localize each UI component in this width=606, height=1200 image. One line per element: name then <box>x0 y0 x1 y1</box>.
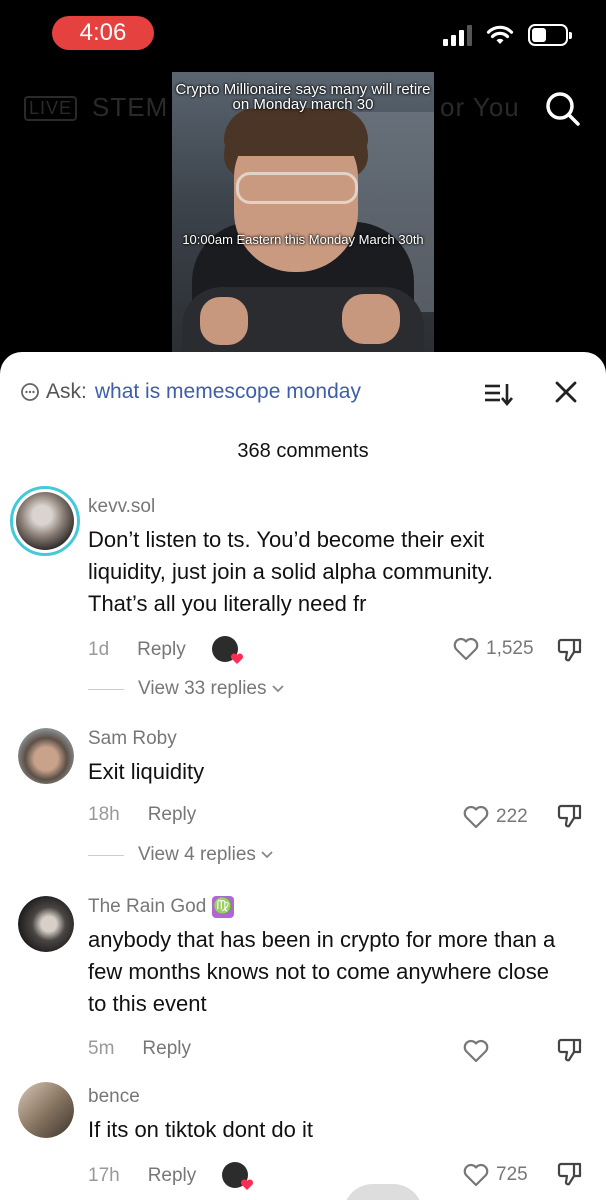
comment-age: 5m <box>88 1038 115 1059</box>
comment-item: bence If its on tiktok dont do it 17h Re… <box>0 1082 606 1192</box>
ask-query-link[interactable]: what is memescope monday <box>95 380 361 404</box>
ask-label: Ask: <box>46 380 87 403</box>
ask-suggestion[interactable]: Ask: what is memescope monday <box>20 380 361 404</box>
comment-username[interactable]: The Rain God ♍ <box>88 896 235 918</box>
avatar[interactable] <box>18 1082 74 1138</box>
comment-age: 1d <box>88 639 110 660</box>
video-thumbnail[interactable]: Crypto Millionaire says many will retire… <box>172 72 434 362</box>
like-button[interactable] <box>462 1038 496 1064</box>
comment-text: Don’t listen to ts. You’d become their e… <box>88 527 494 616</box>
close-icon[interactable] <box>552 378 580 406</box>
like-count: 1,525 <box>486 638 534 659</box>
status-time: 4:06 <box>52 16 154 50</box>
avatar[interactable] <box>18 896 74 952</box>
view-replies-label: View 33 replies <box>138 678 267 699</box>
chevron-down-icon <box>261 851 273 859</box>
comment-meta: 17h Reply <box>88 1162 254 1190</box>
comment-age: 17h <box>88 1165 120 1186</box>
status-icons <box>443 24 572 46</box>
like-button[interactable]: 222 <box>462 804 528 830</box>
avatar[interactable] <box>18 728 74 784</box>
battery-icon <box>528 24 572 46</box>
dislike-icon[interactable] <box>556 1160 584 1188</box>
view-replies-label: View 4 replies <box>138 844 256 865</box>
comment-username-text: The Rain God <box>88 896 207 918</box>
comment-age: 18h <box>88 804 120 825</box>
reply-button[interactable]: Reply <box>142 1038 191 1060</box>
chat-bubble-icon <box>21 383 39 401</box>
comment-meta: 18h Reply <box>88 804 196 826</box>
view-replies-button[interactable]: View 4 replies <box>88 844 274 866</box>
heart-badge-icon <box>230 653 243 664</box>
video-caption-top: Crypto Millionaire says many will retire… <box>175 81 431 113</box>
video-caption-mid: 10:00am Eastern this Monday March 30th <box>182 232 424 247</box>
reply-button[interactable]: Reply <box>137 639 186 661</box>
dislike-icon[interactable] <box>556 802 584 830</box>
like-count: 222 <box>496 806 528 827</box>
comment-count: 368 comments <box>237 440 369 462</box>
nav-live-tab[interactable]: LIVE <box>24 96 78 121</box>
chevron-down-icon <box>271 685 284 693</box>
like-button[interactable]: 725 <box>462 1162 528 1188</box>
dislike-icon[interactable] <box>556 1036 584 1064</box>
sort-icon[interactable] <box>482 380 514 408</box>
heart-icon <box>463 1163 489 1187</box>
comment-item: Sam Roby Exit liquidity 18h Reply 222 Vi… <box>0 728 606 868</box>
dislike-icon[interactable] <box>556 636 584 664</box>
heart-icon <box>463 1039 489 1063</box>
nav-stem-tab[interactable]: STEM <box>92 92 168 123</box>
nav-for-you-tab[interactable]: or You <box>440 92 520 123</box>
signal-icon <box>443 24 472 46</box>
comment-meta: 5m Reply <box>88 1038 191 1060</box>
comment-username[interactable]: bence <box>88 1086 140 1108</box>
comment-username[interactable]: kevv.sol <box>88 496 155 518</box>
comment-text: Exit liquidity <box>88 759 205 784</box>
video-area: 4:06 LIVE STEM or You Crypto Millionaire… <box>0 0 606 380</box>
comment-text: If its on tiktok dont do it <box>88 1117 314 1142</box>
heart-icon <box>453 637 479 661</box>
comment-meta: 1d Reply <box>88 636 243 664</box>
comment-username[interactable]: Sam Roby <box>88 728 177 750</box>
reply-button[interactable]: Reply <box>148 804 197 826</box>
virgo-badge: ♍ <box>212 896 235 918</box>
comment-text: anybody that has been in crypto for more… <box>88 927 556 1016</box>
comment-item: The Rain God ♍ anybody that has been in c… <box>0 896 606 1066</box>
creator-liked-avatar <box>222 1162 254 1190</box>
like-count: 725 <box>496 1164 528 1185</box>
heart-badge-icon <box>241 1179 254 1190</box>
view-replies-button[interactable]: View 33 replies <box>88 678 285 700</box>
creator-liked-avatar <box>211 636 243 664</box>
avatar[interactable] <box>10 486 80 556</box>
comment-item: kevv.sol Don’t listen to ts. You’d becom… <box>0 486 606 699</box>
comments-sheet: Ask: what is memescope monday 368 commen… <box>0 352 606 1200</box>
reply-button[interactable]: Reply <box>148 1165 197 1187</box>
wifi-icon <box>486 25 514 44</box>
like-button[interactable]: 1,525 <box>452 636 534 662</box>
heart-icon <box>463 805 489 829</box>
search-icon[interactable] <box>540 86 586 132</box>
